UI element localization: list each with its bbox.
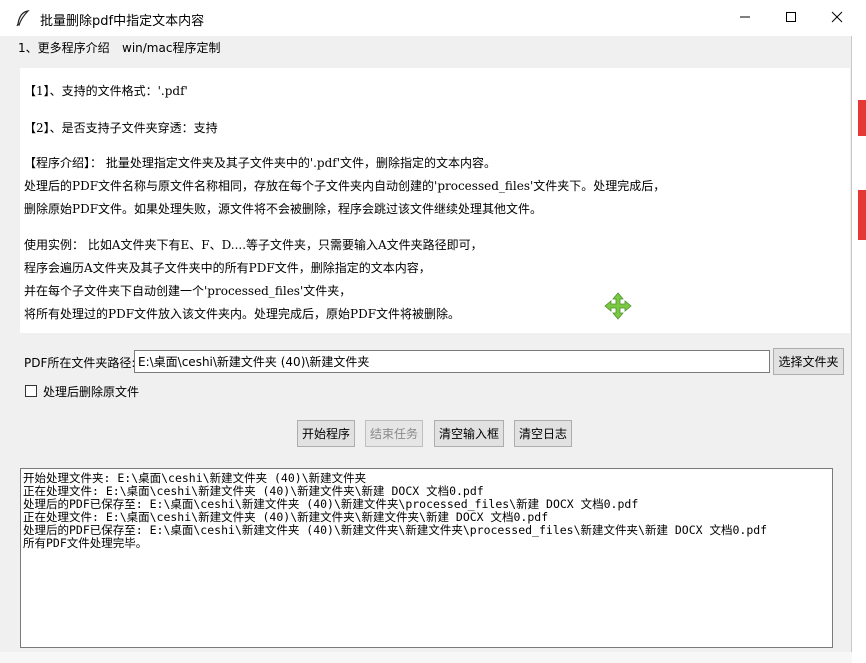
end-task-button[interactable]: 结束任务 bbox=[365, 420, 423, 447]
info-line: 【程序介绍】： 批量处理指定文件夹及其子文件夹中的'.pdf'文件，删除指定的文… bbox=[24, 156, 497, 170]
info-line: 并在每个子文件夹下自动创建一个'processed_files'文件夹， bbox=[24, 284, 352, 298]
bottom-strip bbox=[0, 652, 852, 663]
log-line: 所有PDF文件处理完毕。 bbox=[23, 536, 148, 550]
minimize-icon bbox=[739, 11, 751, 26]
info-line: 使用实例： 比如A文件夹下有E、F、D....等子文件夹，只需要输入A文件夹路径… bbox=[24, 238, 483, 252]
info-line: 将所有处理过的PDF文件放入该文件夹内。处理完成后，原始PDF文件将被删除。 bbox=[24, 307, 461, 321]
info-line: 【1】、支持的文件格式：'.pdf' bbox=[24, 84, 188, 98]
folder-path-input[interactable] bbox=[134, 350, 770, 373]
menu-item-custom-programs[interactable]: win/mac程序定制 bbox=[122, 39, 220, 56]
background-desktop bbox=[850, 0, 866, 663]
start-program-button[interactable]: 开始程序 bbox=[297, 420, 355, 447]
delete-original-label[interactable]: 处理后删除原文件 bbox=[43, 383, 139, 400]
maximize-button[interactable] bbox=[768, 0, 814, 36]
clear-log-button[interactable]: 清空日志 bbox=[514, 420, 572, 447]
clear-input-button[interactable]: 清空输入框 bbox=[434, 420, 504, 447]
info-line: 【2】、是否支持子文件夹穿透：支持 bbox=[24, 121, 218, 135]
minimize-button[interactable] bbox=[722, 0, 768, 36]
program-info-panel: 【1】、支持的文件格式：'.pdf' 【2】、是否支持子文件夹穿透：支持 【程序… bbox=[20, 68, 850, 333]
close-button[interactable] bbox=[814, 0, 860, 36]
move-cursor-icon bbox=[604, 292, 632, 320]
info-line: 程序会遍历A文件夹及其子文件夹中的所有PDF文件，删除指定的文本内容， bbox=[24, 261, 431, 275]
menu-bar: 1、更多程序介绍 win/mac程序定制 bbox=[0, 36, 852, 58]
delete-original-checkbox[interactable] bbox=[25, 385, 37, 397]
background-red-mark bbox=[858, 190, 866, 240]
info-line: 删除原始PDF文件。如果处理失败，源文件将不会被删除，程序会跳过该文件继续处理其… bbox=[24, 202, 543, 216]
feather-icon bbox=[14, 9, 32, 27]
menu-item-more-programs[interactable]: 1、更多程序介绍 bbox=[18, 39, 110, 56]
app-window: 批量删除pdf中指定文本内容 1、更多程序介绍 win/mac程序定制 【1】、… bbox=[0, 0, 852, 663]
close-icon bbox=[831, 11, 843, 26]
choose-folder-button[interactable]: 选择文件夹 bbox=[773, 348, 844, 375]
background-red-mark bbox=[858, 100, 866, 136]
title-bar: 批量删除pdf中指定文本内容 bbox=[0, 0, 852, 36]
path-label: PDF所在文件夹路径: bbox=[24, 356, 136, 370]
window-title: 批量删除pdf中指定文本内容 bbox=[40, 14, 205, 29]
info-line: 处理后的PDF文件名称与原文件名称相同，存放在每个子文件夹内自动创建的'proc… bbox=[24, 179, 666, 193]
log-output[interactable]: 开始处理文件夹: E:\桌面\ceshi\新建文件夹 (40)\新建文件夹 正在处… bbox=[20, 468, 833, 648]
maximize-icon bbox=[785, 11, 797, 26]
